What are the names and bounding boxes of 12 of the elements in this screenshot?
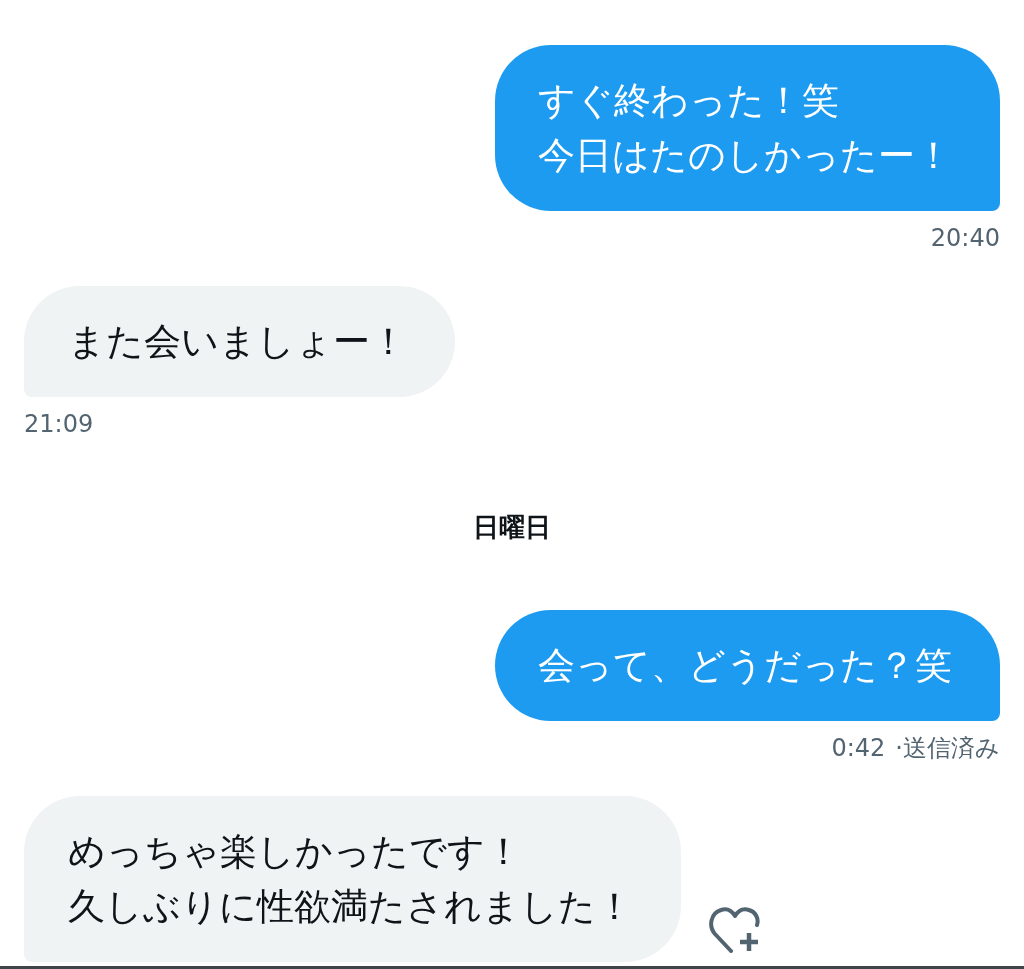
message-timestamp: 21:09	[24, 410, 94, 438]
message-text: すぐ終わった！笑	[538, 78, 840, 124]
message-timestamp: 0:42	[831, 734, 886, 762]
message-timestamp: 20:40	[930, 224, 1000, 252]
message-text: 今日はたのしかったー！	[538, 133, 952, 179]
day-separator-label: 日曜日	[473, 511, 551, 543]
message-text: 久しぶりに性欲満たされました！	[68, 884, 633, 930]
add-reaction-heart-icon[interactable]	[709, 907, 761, 953]
message-text: 会って、どうだった？笑	[538, 643, 952, 689]
message-text: また会いましょー！	[68, 319, 407, 365]
message-status: ·送信済み	[895, 734, 1000, 762]
message-text: めっちゃ楽しかったです！	[68, 829, 523, 875]
